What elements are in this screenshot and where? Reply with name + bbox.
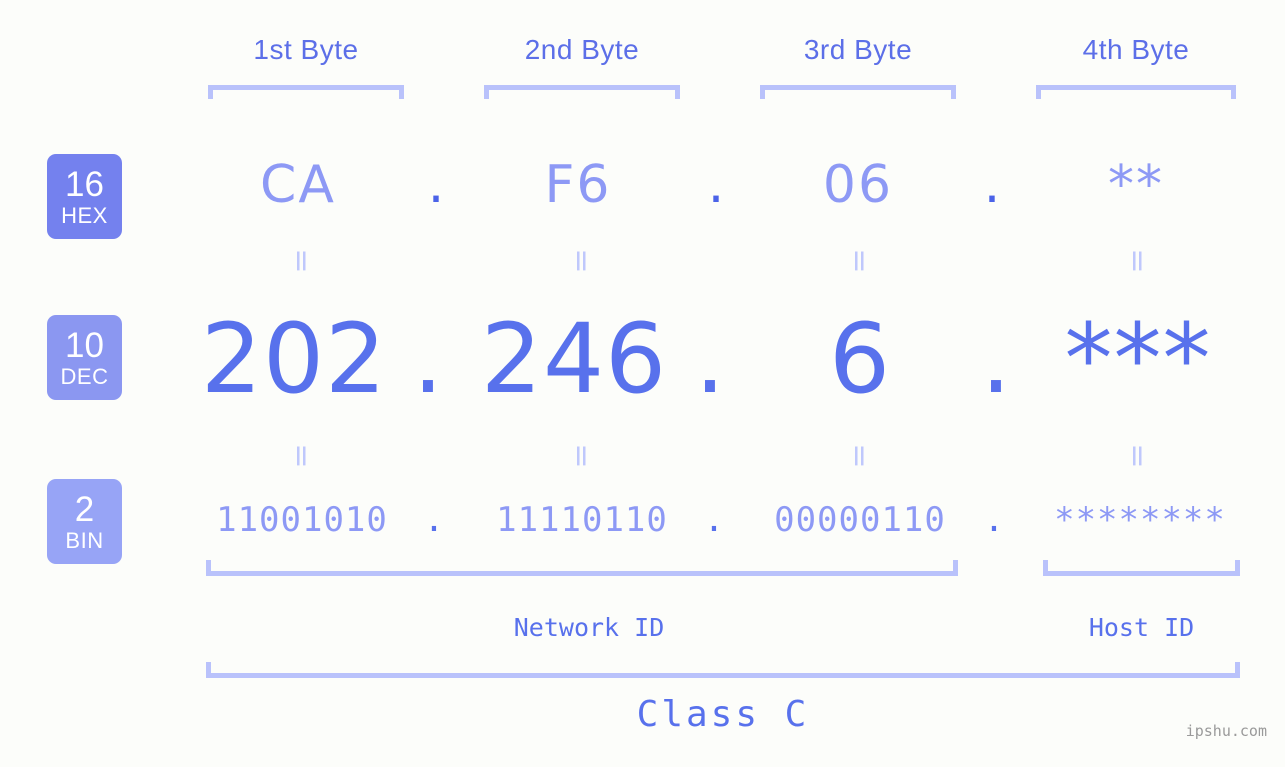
bin-separator-3: . bbox=[983, 500, 1005, 540]
base-badge-dec-number: 10 bbox=[65, 325, 104, 365]
bin-byte-3: 00000110 bbox=[774, 500, 946, 540]
equals-separator-dec-bin-3: = bbox=[842, 443, 877, 469]
equals-separator-hex-dec-1: = bbox=[284, 248, 319, 274]
equals-separator-hex-dec-2: = bbox=[564, 248, 599, 274]
equals-separator-dec-bin-2: = bbox=[564, 443, 599, 469]
byte-header-4: 4th Byte bbox=[1082, 34, 1190, 65]
equals-separator-hex-dec-4: = bbox=[1120, 248, 1155, 274]
bin-byte-2: 11110110 bbox=[496, 500, 668, 540]
dec-separator-1: . bbox=[412, 303, 444, 415]
bin-byte-1: 11001010 bbox=[216, 500, 388, 540]
dec-byte-2: 246 bbox=[480, 303, 668, 415]
hex-byte-1: CA bbox=[260, 155, 336, 215]
dec-byte-3: 6 bbox=[828, 303, 892, 415]
base-badge-bin-label: BIN bbox=[65, 527, 104, 553]
byte-bracket-top-2 bbox=[484, 85, 680, 99]
base-badge-bin-number: 2 bbox=[74, 489, 95, 529]
network-id-label: Network ID bbox=[513, 613, 665, 642]
byte-bracket-top-4 bbox=[1036, 85, 1236, 99]
hex-byte-4: ** bbox=[1108, 155, 1164, 215]
bin-byte-4: ******** bbox=[1054, 500, 1226, 540]
hex-separator-1: . bbox=[427, 155, 445, 215]
byte-header-3: 3rd Byte bbox=[803, 34, 913, 65]
hex-separator-3: . bbox=[983, 155, 1001, 215]
dec-separator-3: . bbox=[980, 303, 1012, 415]
hex-separator-2: . bbox=[707, 155, 725, 215]
base-badge-hex: 16 HEX bbox=[47, 154, 122, 239]
equals-separator-hex-dec-3: = bbox=[842, 248, 877, 274]
byte-header-2: 2nd Byte bbox=[524, 34, 640, 65]
byte-bracket-top-3 bbox=[760, 85, 956, 99]
network-id-bracket bbox=[206, 560, 958, 576]
host-id-bracket bbox=[1043, 560, 1240, 576]
watermark: ipshu.com bbox=[1185, 722, 1267, 740]
equals-separator-dec-bin-1: = bbox=[284, 443, 319, 469]
base-badge-hex-number: 16 bbox=[65, 164, 104, 204]
hex-byte-3: 06 bbox=[822, 155, 894, 215]
class-bracket bbox=[206, 662, 1240, 678]
host-id-label: Host ID bbox=[1088, 613, 1195, 642]
base-badge-dec-label: DEC bbox=[60, 363, 109, 389]
base-badge-bin: 2 BIN bbox=[47, 479, 122, 564]
ip-address-breakdown-diagram: 1st Byte 2nd Byte 3rd Byte 4th Byte 16 H… bbox=[0, 0, 1285, 767]
dec-byte-4: *** bbox=[1064, 303, 1212, 415]
bin-separator-2: . bbox=[703, 500, 725, 540]
class-label: Class C bbox=[636, 694, 810, 735]
equals-separator-dec-bin-4: = bbox=[1120, 443, 1155, 469]
dec-byte-1: 202 bbox=[200, 303, 388, 415]
base-badge-hex-label: HEX bbox=[61, 202, 108, 228]
byte-header-1: 1st Byte bbox=[253, 34, 359, 65]
dec-separator-2: . bbox=[694, 303, 726, 415]
base-badge-dec: 10 DEC bbox=[47, 315, 122, 400]
byte-bracket-top-1 bbox=[208, 85, 404, 99]
hex-byte-2: F6 bbox=[544, 155, 612, 215]
bin-separator-1: . bbox=[423, 500, 445, 540]
